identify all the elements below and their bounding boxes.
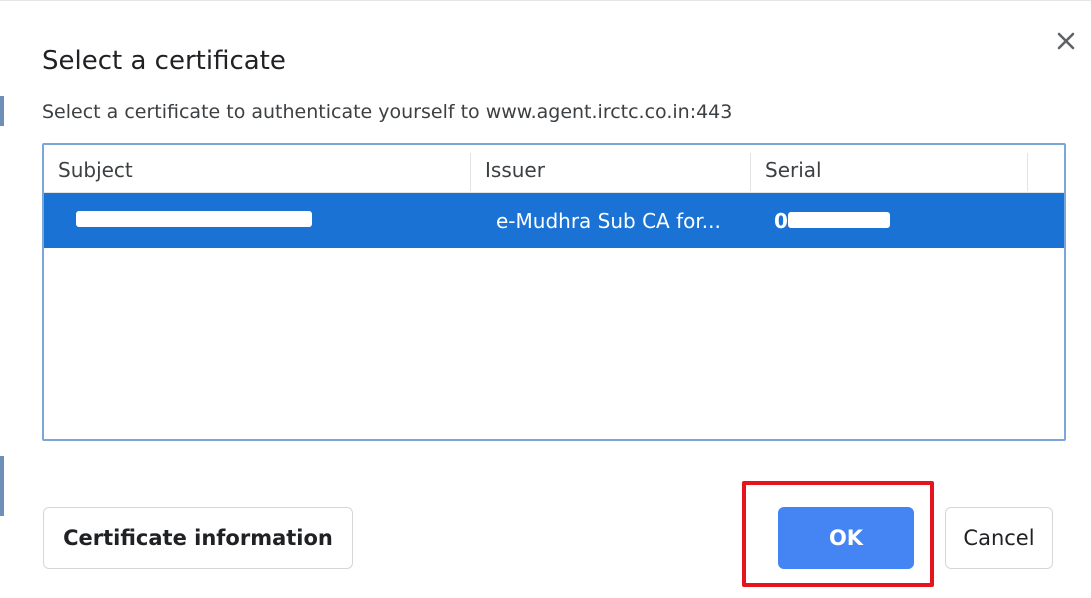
certificate-information-button[interactable]: Certificate information (43, 507, 353, 569)
row-serial-text: 0 (774, 209, 788, 233)
close-button[interactable] (1048, 23, 1084, 59)
dialog-title: Select a certificate (42, 46, 286, 76)
close-icon (1057, 32, 1075, 50)
select-certificate-dialog: Select a certificate Select a certificat… (0, 0, 1091, 598)
column-header-serial[interactable]: Serial (751, 145, 1027, 192)
column-divider[interactable] (1027, 153, 1028, 191)
column-header-subject[interactable]: Subject (44, 145, 470, 192)
table-header: Subject Issuer Serial (44, 145, 1064, 193)
redaction-mark (788, 212, 890, 228)
redaction-mark (76, 211, 312, 227)
row-subject-cell (58, 193, 458, 248)
row-serial-cell: 0 (774, 193, 974, 248)
row-issuer-cell: e-Mudhra Sub CA for... (496, 209, 721, 233)
column-header-issuer[interactable]: Issuer (471, 145, 750, 192)
background-page-edge (0, 96, 4, 126)
certificate-row-selected[interactable]: e-Mudhra Sub CA for... 0 (44, 193, 1064, 248)
dialog-subtitle: Select a certificate to authenticate you… (42, 101, 733, 123)
ok-button[interactable]: OK (778, 507, 914, 569)
background-page-edge (0, 456, 4, 516)
cancel-button[interactable]: Cancel (945, 507, 1053, 569)
certificate-table: Subject Issuer Serial e-Mudhra Sub CA fo… (42, 143, 1066, 441)
